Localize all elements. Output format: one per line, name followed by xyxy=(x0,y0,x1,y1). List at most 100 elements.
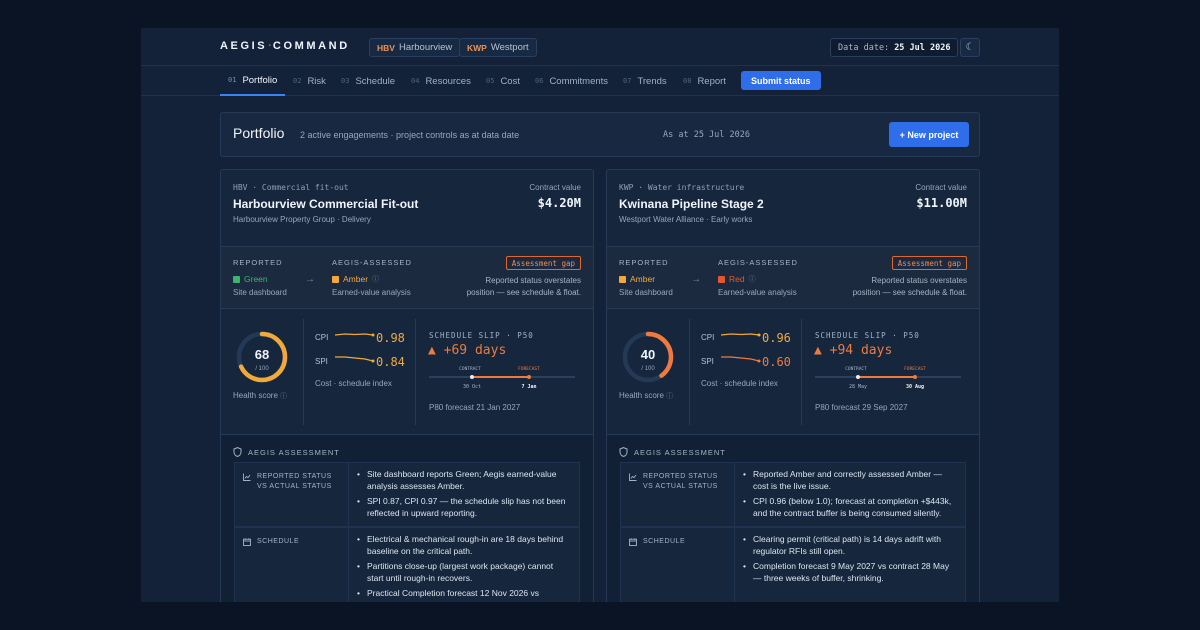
bullet-item: SPI 0.87, CPI 0.97 — the schedule slip h… xyxy=(357,496,577,519)
health-score-label: Health score ⓘ xyxy=(619,391,674,400)
assessment-row-status[interactable]: REPORTED STATUS VS ACTUAL STATUS Reporte… xyxy=(620,462,966,527)
portfolio-banner: Portfolio 2 active engagements · project… xyxy=(220,112,980,157)
tab-schedule[interactable]: 03 Schedule xyxy=(341,66,395,96)
gap-note: Reported status overstates position — see… xyxy=(852,276,967,297)
project-header: HBV · Commercial fit-out Harbourview Com… xyxy=(221,170,593,247)
status-swatch xyxy=(233,275,240,283)
page-subtitle: 2 active engagements · project controls … xyxy=(300,130,520,140)
arrow-right-icon: → xyxy=(305,274,315,285)
main-nav: 01 Portfolio 02 Risk 03 Schedule 04 Resource… xyxy=(141,66,1059,96)
forecast-date: 7 Jan xyxy=(521,384,536,390)
page-title: Portfolio xyxy=(233,125,285,141)
app-window: AEGIS·COMMAND HBV Harbourview KWP Westport… xyxy=(141,28,1059,602)
assessment-row-status[interactable]: REPORTED STATUS VS ACTUAL STATUS Site da… xyxy=(234,462,580,527)
reported-status: Amber xyxy=(619,274,655,284)
tab-portfolio[interactable]: 01 Portfolio xyxy=(220,66,286,96)
schedule-slip-value: ▲ +69 days xyxy=(428,343,507,358)
info-icon[interactable]: ⓘ xyxy=(749,274,756,284)
tab-report[interactable]: 08 Report xyxy=(683,66,726,96)
project-card[interactable]: HBV · Commercial fit-out Harbourview Com… xyxy=(220,169,594,602)
assessed-label: AEGIS-ASSESSED xyxy=(332,258,412,267)
forecast-marker xyxy=(913,375,917,379)
health-score-gauge: 40 / 100 xyxy=(622,331,674,383)
engagement-switch-hbv[interactable]: HBV Harbourview xyxy=(369,38,461,57)
health-score-denominator: / 100 xyxy=(641,366,655,372)
spi-sparkline xyxy=(335,356,375,363)
project-header: KWP · Water infrastructure Kwinana Pipel… xyxy=(607,170,979,247)
forecast-marker xyxy=(527,375,531,379)
tab-cost[interactable]: 05 Cost xyxy=(486,66,520,96)
assessment-heading: AEGIS ASSESSMENT xyxy=(233,447,340,457)
info-icon[interactable]: ⓘ xyxy=(372,274,379,284)
status-bullets: Reported Amber and correctly assessed Am… xyxy=(743,469,963,523)
spi-label: SPI xyxy=(701,357,714,366)
chart-line-icon xyxy=(243,473,251,481)
project-title: Kwinana Pipeline Stage 2 xyxy=(619,197,764,211)
status-comparison: REPORTED Green Site dashboard → AEGIS-AS… xyxy=(221,247,593,309)
reported-status: Green xyxy=(233,274,268,284)
spi-value: 0.60 xyxy=(762,355,791,369)
engagement-switch-kwp[interactable]: KWP Westport xyxy=(459,38,537,57)
assessment-gap-badge: Assessment gap xyxy=(505,256,581,270)
aegis-assessment: AEGIS ASSESSMENT REPORTED STATUS VS ACTU… xyxy=(607,435,979,602)
index-caption: Cost · schedule index xyxy=(315,379,392,388)
as-at-date: As at 25 Jul 2026 xyxy=(663,130,750,140)
assessment-gap-badge: Assessment gap xyxy=(891,256,967,270)
row-label: SCHEDULE xyxy=(243,537,343,547)
tab-commitments[interactable]: 06 Commitments xyxy=(535,66,608,96)
assessed-status: Red ⓘ xyxy=(718,274,756,284)
project-card[interactable]: KWP · Water infrastructure Kwinana Pipel… xyxy=(606,169,980,602)
assessment-row-schedule[interactable]: SCHEDULE Electrical & mechanical rough-i… xyxy=(234,527,580,602)
schedule-timeline: CONTRACT FORECAST 28 May 30 Aug xyxy=(815,366,961,390)
info-icon[interactable]: ⓘ xyxy=(666,393,673,400)
contract-date: 28 May xyxy=(849,384,867,390)
tab-trends[interactable]: 07 Trends xyxy=(623,66,667,96)
contract-marker-label: CONTRACT xyxy=(459,366,481,372)
spi-label: SPI xyxy=(315,357,328,366)
tab-risk[interactable]: 02 Risk xyxy=(293,66,326,96)
project-client: Harbourview Property Group · Delivery xyxy=(233,215,371,224)
top-bar: AEGIS·COMMAND HBV Harbourview KWP Westport… xyxy=(141,28,1059,66)
tab-resources[interactable]: 04 Resources xyxy=(411,66,471,96)
project-title: Harbourview Commercial Fit-out xyxy=(233,197,419,211)
contract-marker-label: CONTRACT xyxy=(845,366,867,372)
health-score-value: 68 xyxy=(255,347,269,362)
spi-sparkline xyxy=(721,356,761,363)
metrics-panel: 68 / 100 Health score ⓘ CPI 0.98 SPI 0.8… xyxy=(221,309,593,435)
data-date: Data date: 25 Jul 2026 xyxy=(830,38,959,57)
status-swatch xyxy=(619,275,626,283)
project-client: Westport Water Alliance · Early works xyxy=(619,215,753,224)
project-kicker: KWP · Water infrastructure xyxy=(619,183,745,192)
new-project-button[interactable]: + New project xyxy=(889,122,969,147)
assessed-status: Amber ⓘ xyxy=(332,274,379,284)
status-bullets: Site dashboard reports Green; Aegis earn… xyxy=(357,469,577,523)
cpi-label: CPI xyxy=(701,333,715,342)
spi-value: 0.84 xyxy=(376,355,405,369)
assessed-source: Earned-value analysis xyxy=(332,288,411,297)
bullet-item: Site dashboard reports Green; Aegis earn… xyxy=(357,469,577,492)
info-icon[interactable]: ⓘ xyxy=(280,393,287,400)
contract-date: 30 Oct xyxy=(463,384,481,390)
forecast-date: 30 Aug xyxy=(906,384,924,390)
schedule-slip-label: SCHEDULE SLIP · P50 xyxy=(815,331,920,340)
reported-source: Site dashboard xyxy=(233,288,287,297)
bullet-item: Partitions close-up (largest work packag… xyxy=(357,561,577,584)
arrow-right-icon: → xyxy=(691,274,701,285)
assessment-row-schedule[interactable]: SCHEDULE Clearing permit (critical path)… xyxy=(620,527,966,602)
row-label: SCHEDULE xyxy=(629,537,729,547)
calendar-icon xyxy=(243,538,251,546)
bullet-item: CPI 0.96 (below 1.0); forecast at comple… xyxy=(743,496,963,519)
cpi-value: 0.96 xyxy=(762,331,791,345)
schedule-slip-value: ▲ +94 days xyxy=(814,343,893,358)
theme-toggle-button[interactable]: ☾ xyxy=(960,38,980,57)
health-score-value: 40 xyxy=(641,347,655,362)
submit-status-button[interactable]: Submit status xyxy=(741,71,821,90)
bullet-item: Clearing permit (critical path) is 14 da… xyxy=(743,534,963,557)
reported-label: REPORTED xyxy=(233,258,283,267)
schedule-bullets: Electrical & mechanical rough-in are 18 … xyxy=(357,534,577,602)
assessed-label: AEGIS-ASSESSED xyxy=(718,258,798,267)
schedule-bullets: Clearing permit (critical path) is 14 da… xyxy=(743,534,963,588)
contract-marker xyxy=(856,375,860,379)
chart-line-icon xyxy=(629,473,637,481)
bullet-item: Practical Completion forecast 12 Nov 202… xyxy=(357,588,577,600)
